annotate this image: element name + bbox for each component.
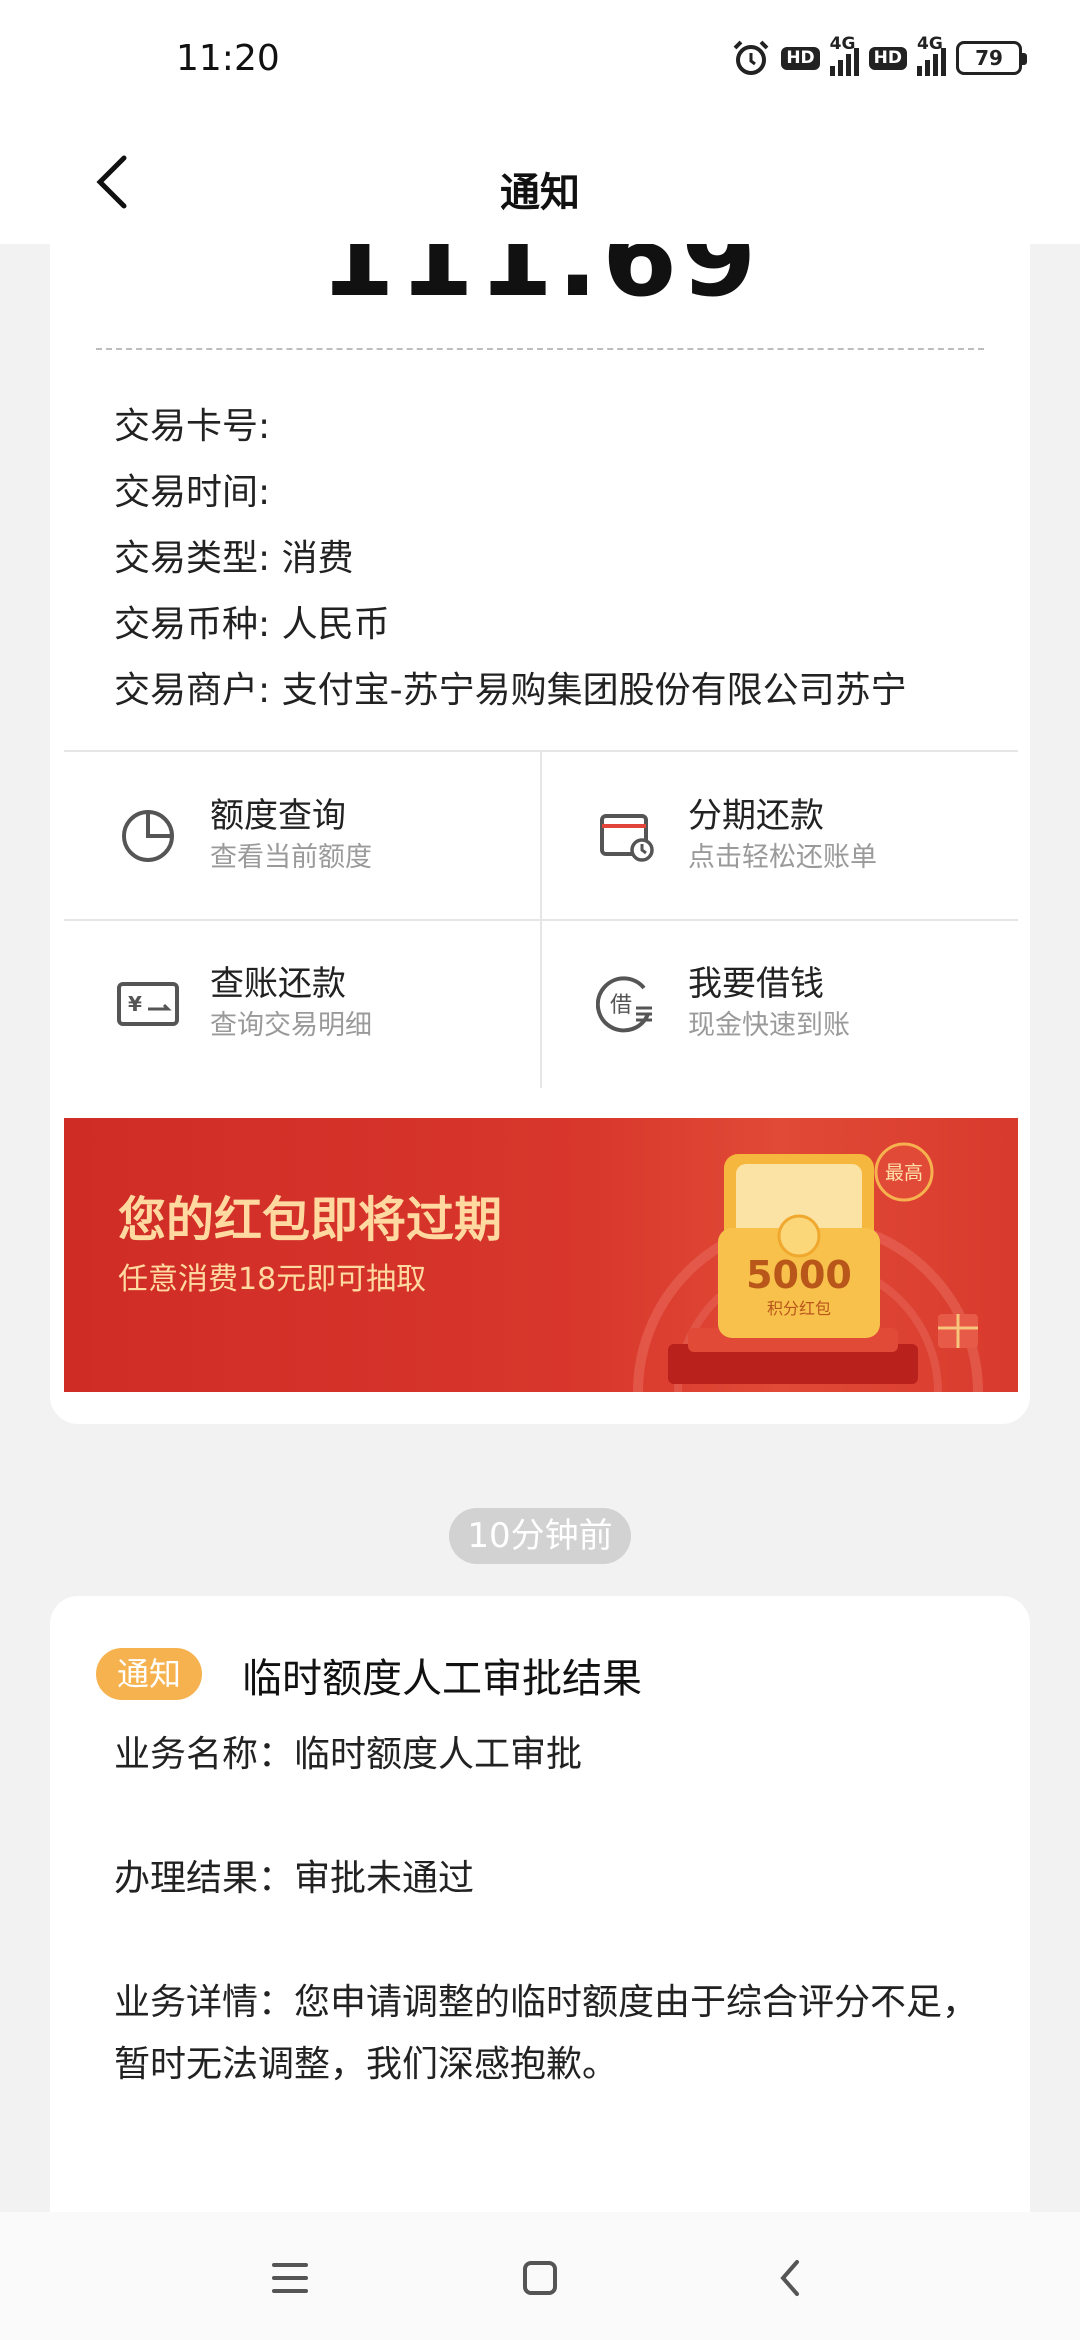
signal-icon: 4G: [829, 34, 859, 76]
banner-amount-label: 积分红包: [767, 1299, 831, 1318]
yuan-card-icon: ¥: [116, 972, 180, 1036]
notice-line-business-name: 业务名称：临时额度人工审批: [114, 1734, 583, 1775]
back-triangle-icon: [780, 2260, 799, 2296]
grid-title: 查账还款: [210, 964, 346, 1004]
pie-chart-icon: [116, 804, 180, 868]
grid-subtitle: 点击轻松还账单: [688, 842, 877, 873]
notice-line-result: 办理结果：审批未通过: [114, 1858, 475, 1899]
hd-icon: HD: [781, 46, 820, 70]
transaction-details: 交易卡号: 交易时间: 交易类型: 消费 交易币种: 人民币 交易商户: 支付宝…: [114, 394, 907, 724]
borrow-money-button[interactable]: 借 我要借钱 现金快速到账: [542, 920, 1018, 1088]
alarm-icon: [733, 40, 769, 75]
grid-title: 我要借钱: [688, 964, 824, 1004]
red-packet-banner[interactable]: 您的红包即将过期 任意消费18元即可抽取 5000 积分红包 最高: [64, 1118, 1018, 1392]
time-pill: 10分钟前: [449, 1508, 631, 1564]
battery-icon: 79: [956, 41, 1027, 75]
detail-row-type: 交易类型: 消费: [114, 538, 354, 579]
notice-line-details: 业务详情：您申请调整的临时额度由于综合评分不足，暂时无法调整，我们深感抱歉。: [114, 1982, 979, 2085]
transaction-amount: 111.69: [319, 244, 761, 321]
detail-row-card-number: 交易卡号:: [114, 406, 271, 447]
detail-row-merchant: 交易商户: 支付宝-苏宁易购集团股份有限公司苏宁: [114, 670, 907, 711]
notice-card: 通知 临时额度人工审批结果 业务名称：临时额度人工审批 办理结果：审批未通过 业…: [50, 1596, 1030, 2258]
nav-bar: 通知: [0, 120, 1080, 244]
status-icons: HD 4G HD 4G 79: [731, 34, 1027, 80]
transaction-card: 111.69 交易卡号: 交易时间: 交易类型: 消费 交易币种: 人民币 交易…: [50, 244, 1030, 1424]
home-square-icon: [523, 2261, 557, 2295]
signal-icon-2: 4G: [917, 34, 946, 76]
red-packet-illustration: 5000 积分红包 最高: [633, 1142, 983, 1392]
quick-actions-grid: 额度查询 查看当前额度 分期还款 点击轻松还账单 ¥ 查账还款 查询交易明细 借…: [64, 750, 1018, 1088]
dashed-divider: [96, 348, 984, 350]
banner-subtitle: 任意消费18元即可抽取: [118, 1262, 427, 1297]
page-title: 通知: [500, 170, 580, 216]
credit-limit-query-button[interactable]: 额度查询 查看当前额度: [64, 752, 540, 920]
grid-subtitle: 查看当前额度: [210, 842, 372, 873]
calendar-clock-icon: [594, 804, 658, 868]
grid-title: 分期还款: [688, 796, 824, 836]
banner-badge: 最高: [885, 1162, 923, 1184]
installment-repay-button[interactable]: 分期还款 点击轻松还账单: [542, 752, 1018, 920]
banner-title: 您的红包即将过期: [118, 1192, 503, 1248]
system-nav-bar: [0, 2212, 1080, 2340]
detail-row-time: 交易时间:: [114, 472, 271, 513]
system-back-button[interactable]: [760, 2248, 820, 2308]
status-bar: 11:20 HD 4G HD 4G 79: [0, 0, 1080, 120]
banner-amount: 5000: [746, 1253, 852, 1297]
status-time: 11:20: [176, 38, 280, 79]
bill-repay-button[interactable]: ¥ 查账还款 查询交易明细: [64, 920, 540, 1088]
home-button[interactable]: [510, 2248, 570, 2308]
notice-tag: 通知: [96, 1648, 202, 1700]
menu-button[interactable]: [260, 2248, 320, 2308]
grid-subtitle: 查询交易明细: [210, 1010, 372, 1041]
borrow-icon: 借: [594, 972, 658, 1036]
hd-icon-2: HD: [868, 46, 907, 70]
svg-text:借: 借: [610, 993, 632, 1018]
grid-subtitle: 现金快速到账: [688, 1010, 850, 1041]
svg-text:¥: ¥: [128, 992, 142, 1016]
detail-row-currency: 交易币种: 人民币: [114, 604, 390, 645]
grid-title: 额度查询: [210, 796, 346, 836]
menu-icon: [272, 2263, 308, 2293]
notice-title: 临时额度人工审批结果: [242, 1656, 642, 1702]
